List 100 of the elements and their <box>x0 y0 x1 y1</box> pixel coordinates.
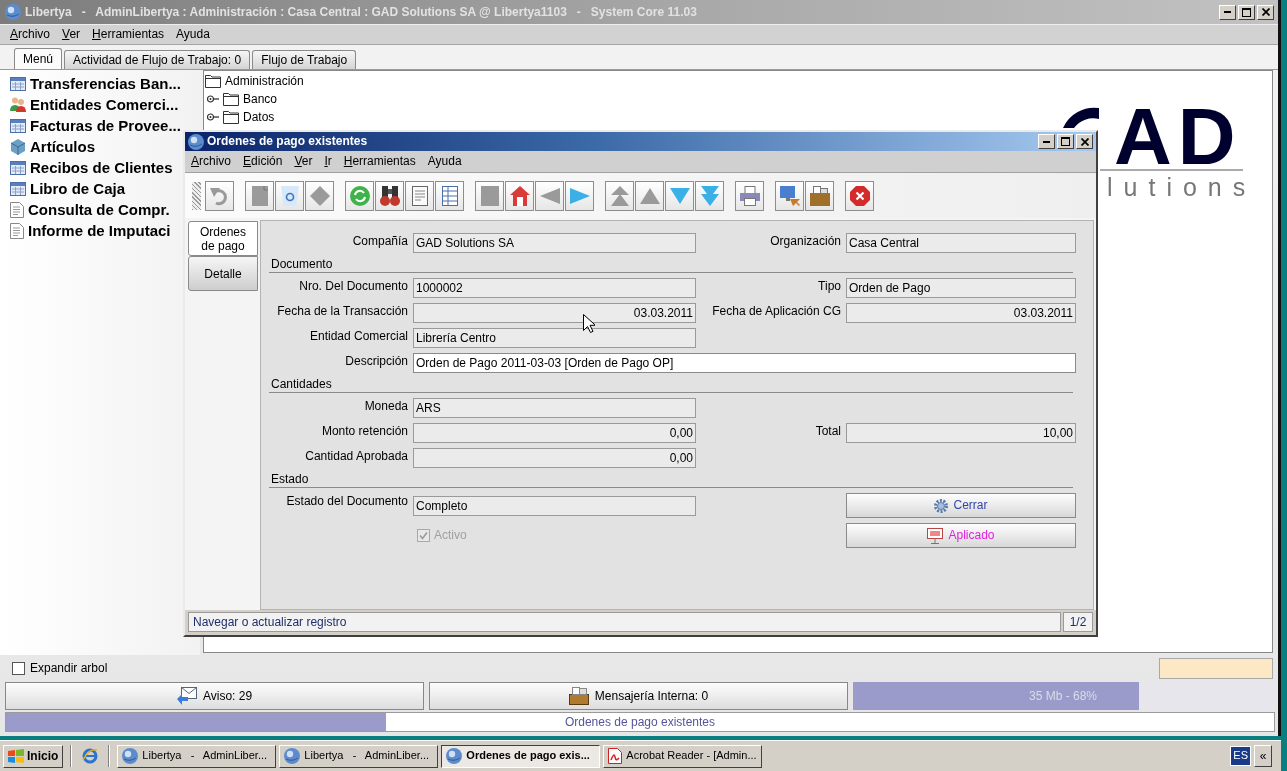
printer-icon <box>739 185 760 206</box>
taskbar-button[interactable]: Acrobat Reader - [Admin... <box>603 744 763 768</box>
status-message: Navegar o actualizar registro <box>188 612 1061 632</box>
app-icon <box>5 4 21 20</box>
globe-icon <box>446 748 463 764</box>
menu-item[interactable]: Edición <box>237 154 289 169</box>
tree-node[interactable]: Administración <box>205 72 304 90</box>
window-icon <box>10 118 26 133</box>
expander-icon[interactable] <box>207 113 219 121</box>
double-up-arrow-icon <box>609 185 630 206</box>
maximize-button[interactable] <box>1057 134 1074 149</box>
tree-node[interactable]: Banco <box>207 90 278 108</box>
menu-shortcut[interactable]: Facturas de Provee... <box>10 115 181 136</box>
double-down-arrow-icon <box>699 185 720 206</box>
globe-icon <box>122 748 139 764</box>
refresh-icon <box>349 185 370 206</box>
tray-toggle-button[interactable]: « <box>1254 745 1272 767</box>
input-field[interactable]: 03.03.2011 <box>846 303 1076 323</box>
menu-item[interactable]: Archivo <box>4 27 57 42</box>
menu-shortcut[interactable]: Artículos <box>10 136 95 157</box>
field-label: Total <box>815 423 841 439</box>
diamond-icon <box>309 185 330 206</box>
stop-icon <box>849 185 870 206</box>
menu-shortcut[interactable]: Consulta de Compr. <box>10 199 170 220</box>
mouse-pointer-icon <box>583 314 595 333</box>
input-field[interactable]: ARS <box>413 398 696 418</box>
tree-node[interactable]: Datos <box>207 108 275 126</box>
start-button[interactable]: Inicio <box>3 744 64 768</box>
square-icon <box>479 185 500 206</box>
input-field[interactable]: Orden de Pago 2011-03-03 [Orden de Pago OP] <box>413 353 1076 373</box>
taskbar-button[interactable]: Libertya - AdminLiber... <box>117 744 277 768</box>
close-icon <box>1080 137 1089 146</box>
maximize-icon <box>1061 137 1070 146</box>
document-icon <box>10 201 24 218</box>
undo-icon <box>209 185 230 206</box>
field-label: Descripción <box>345 353 408 369</box>
tab[interactable]: Menú <box>14 48 63 69</box>
checkbox[interactable] <box>12 661 25 675</box>
window-title: Ordenes de pago existentes <box>207 134 368 149</box>
input-field[interactable]: 0,00 <box>413 423 696 443</box>
toolbar-button[interactable] <box>405 180 434 211</box>
input-field[interactable]: Orden de Pago <box>846 278 1076 298</box>
logo-text: AD <box>1114 105 1242 169</box>
menu-shortcut[interactable]: Libro de Caja <box>10 178 126 199</box>
tab[interactable]: Actividad de Flujo de Trabajo: 0 <box>64 50 251 69</box>
cube-icon <box>10 138 26 155</box>
menu-item[interactable]: Ir <box>318 154 338 169</box>
input-field[interactable]: Casa Central <box>846 233 1076 253</box>
notices-button[interactable]: Aviso: 29 <box>5 682 424 710</box>
presentation-board-icon <box>927 527 944 544</box>
taskbar-button[interactable]: Ordenes de pago exis... <box>441 744 601 768</box>
window-title: Libertya - AdminLibertya : Administración : Casa Central : GAD Solutions SA @ Libertya1103 - System Core 11.03 <box>25 4 697 20</box>
input-field[interactable]: GAD Solutions SA <box>413 233 696 253</box>
menu-shortcut[interactable]: Informe de Imputaci <box>10 220 171 241</box>
box-icon <box>568 687 589 705</box>
messages-button[interactable]: Mensajería Interna: 0 <box>429 682 848 710</box>
field-label: Entidad Comercial <box>309 328 408 344</box>
close-button[interactable] <box>1257 4 1274 20</box>
menu-item[interactable]: Ayuda <box>421 154 468 169</box>
input-field[interactable]: 0,00 <box>413 448 696 468</box>
field-label: Estado del Documento <box>286 493 408 509</box>
minimize-button[interactable] <box>1038 134 1055 149</box>
language-indicator[interactable]: ES <box>1230 746 1251 766</box>
menu-item[interactable]: Ver <box>56 27 87 42</box>
menu-shortcut[interactable]: Transferencias Ban... <box>10 73 181 94</box>
menu-item[interactable]: Herramientas <box>86 27 171 42</box>
field-label: Moneda <box>364 398 408 414</box>
window-icon <box>10 160 26 175</box>
minimize-button[interactable] <box>1219 4 1236 20</box>
tab[interactable]: Detalle <box>188 256 258 291</box>
toolbar-button[interactable] <box>375 180 404 211</box>
menu-item[interactable]: Ver <box>288 154 319 169</box>
taskbar-button[interactable]: Libertya - AdminLiber... <box>279 744 439 768</box>
process-button[interactable]: Cerrar <box>846 493 1076 518</box>
input-field[interactable]: Librería Centro <box>413 328 696 348</box>
close-button[interactable] <box>1076 134 1093 149</box>
checkbox-label: Activo <box>434 528 467 543</box>
input-field[interactable]: 1000002 <box>413 278 696 298</box>
input-field[interactable]: 03.03.2011 <box>413 303 696 323</box>
maximize-button[interactable] <box>1238 4 1255 20</box>
down-triangle-icon <box>669 185 690 206</box>
menu-item[interactable]: Ayuda <box>170 27 216 42</box>
tab[interactable]: Ordenes de pago <box>188 221 258 256</box>
window-icon <box>10 181 26 196</box>
menu-item[interactable]: Herramientas <box>337 154 422 169</box>
field-label: Organización <box>770 233 841 249</box>
toolbar-grip[interactable] <box>192 181 201 210</box>
bin-icon <box>279 185 300 206</box>
menu-shortcut[interactable]: Entidades Comerci... <box>10 94 179 115</box>
input-field[interactable]: 10,00 <box>846 423 1076 443</box>
window-icon <box>10 76 26 91</box>
input-field[interactable] <box>1159 657 1273 679</box>
logo-tagline: lutions <box>1107 174 1257 202</box>
menu-item[interactable]: Archivo <box>185 154 238 169</box>
expander-icon[interactable] <box>207 95 219 103</box>
tab[interactable]: Flujo de Trabajo <box>252 50 357 69</box>
input-field[interactable]: Completo <box>413 495 696 516</box>
menu-shortcut[interactable]: Recibos de Clientes <box>10 157 173 178</box>
house-icon <box>509 185 530 206</box>
field-label: Tipo <box>818 278 841 294</box>
